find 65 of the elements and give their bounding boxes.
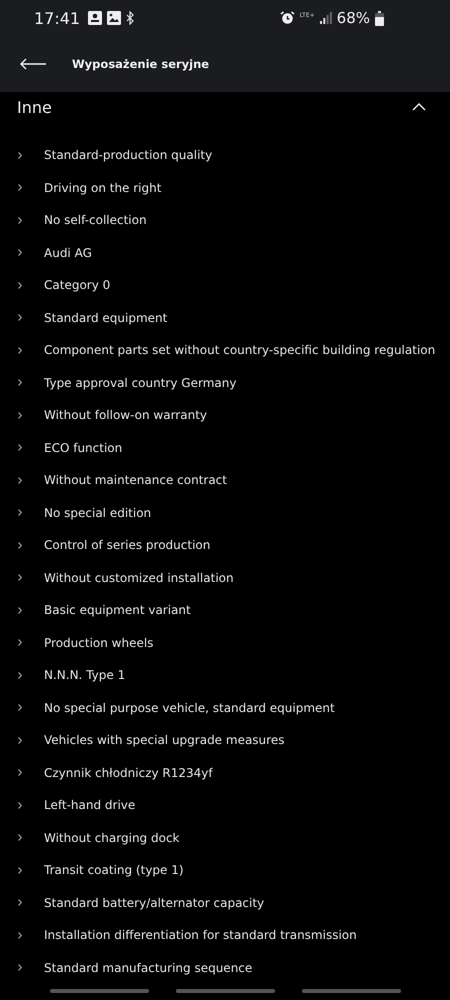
chevron-icon bbox=[412, 103, 426, 111]
collapse-button[interactable] bbox=[410, 101, 428, 113]
equipment-item: Without maintenance contract bbox=[44, 473, 227, 487]
equipment-item: Component parts set without country-specific building regulation bbox=[44, 343, 436, 357]
equipment-item: Without customized installation bbox=[44, 570, 234, 584]
chevron-icon bbox=[18, 346, 22, 354]
alarm-icon bbox=[280, 11, 295, 25]
equipment-item: Standard battery/alternator capacity bbox=[44, 896, 264, 910]
chevron-icon bbox=[18, 314, 22, 321]
equipment-item: Audi AG bbox=[44, 246, 92, 260]
chevron-icon bbox=[18, 639, 22, 646]
contact-card-icon bbox=[88, 11, 102, 25]
equipment-item: No special edition bbox=[44, 506, 152, 520]
equipment-item: Standard equipment bbox=[44, 310, 168, 324]
chevron-icon bbox=[18, 509, 22, 516]
equipment-item: ECO function bbox=[44, 440, 122, 454]
equipment-item: Production wheels bbox=[44, 636, 154, 650]
status-time: 17:41 bbox=[34, 8, 80, 28]
chevron-icon bbox=[18, 282, 22, 288]
battery-icon bbox=[375, 10, 384, 26]
equipment-item: Transit coating (type 1) bbox=[44, 863, 184, 877]
chevron-icon bbox=[18, 769, 22, 776]
battery-percent: 68% bbox=[336, 9, 370, 27]
chevron-icon bbox=[18, 216, 22, 224]
equipment-item: Without charging dock bbox=[44, 830, 180, 844]
chevron-icon bbox=[18, 736, 22, 744]
equipment-item: Installation differentiation for standard transmission bbox=[44, 928, 357, 942]
section-title: Inne bbox=[17, 98, 52, 116]
chevron-icon bbox=[18, 866, 22, 874]
chevron-icon bbox=[18, 476, 22, 484]
chevron-icon bbox=[18, 249, 22, 256]
chevron-icon bbox=[18, 379, 22, 386]
equipment-item: Basic equipment variant bbox=[44, 603, 191, 617]
chevron-icon bbox=[18, 412, 22, 418]
equipment-item: Vehicles with special upgrade measures bbox=[44, 733, 284, 747]
equipment-item: Control of series production bbox=[44, 538, 210, 552]
chevron-icon bbox=[18, 184, 22, 191]
equipment-item: Left-hand drive bbox=[44, 798, 136, 812]
page-title: Wyposażenie seryjne bbox=[72, 57, 210, 71]
equipment-item: Standard-production quality bbox=[44, 148, 212, 162]
equipment-item: N.N.N. Type 1 bbox=[44, 668, 126, 682]
image-icon bbox=[107, 11, 122, 25]
chevron-icon bbox=[18, 574, 22, 581]
chevron-icon bbox=[18, 672, 22, 678]
chevron-icon bbox=[18, 899, 22, 906]
equipment-item: Type approval country Germany bbox=[44, 376, 236, 390]
chevron-icon bbox=[18, 444, 22, 451]
back-arrow-icon bbox=[19, 58, 47, 70]
chevron-icon bbox=[18, 704, 22, 711]
chevron-icon bbox=[18, 606, 22, 614]
bluetooth-icon bbox=[126, 11, 136, 25]
chevron-icon bbox=[18, 964, 22, 971]
equipment-item: Category 0 bbox=[44, 278, 110, 292]
equipment-item: Czynnik chłodniczy R1234yf bbox=[44, 766, 213, 780]
equipment-item: No special purpose vehicle, standard equipment bbox=[44, 700, 335, 714]
equipment-item: Driving on the right bbox=[44, 180, 162, 194]
chevron-icon bbox=[18, 542, 22, 548]
chevron-icon bbox=[18, 152, 22, 158]
chevron-icon bbox=[18, 802, 22, 808]
chevron-icon bbox=[18, 834, 22, 841]
equipment-item: No self-collection bbox=[44, 213, 147, 227]
signal-icon bbox=[320, 12, 332, 24]
equipment-item: Standard manufacturing sequence bbox=[44, 960, 252, 974]
equipment-item: Without follow-on warranty bbox=[44, 408, 208, 422]
chevron-icon bbox=[18, 932, 22, 938]
